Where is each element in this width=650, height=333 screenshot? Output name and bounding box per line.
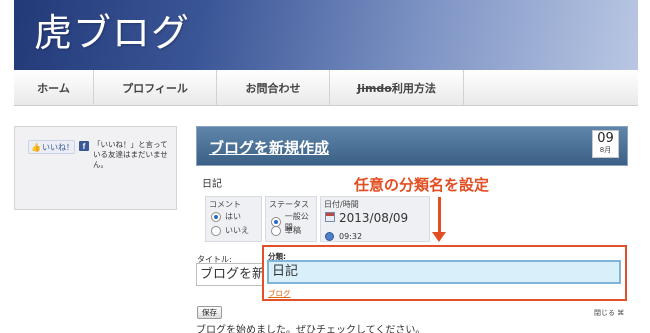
datetime-label: 日付/時間 (324, 200, 359, 209)
radio-checked-icon[interactable] (211, 211, 221, 222)
date-value[interactable]: 2013/08/09 (339, 211, 408, 225)
nav-item-home[interactable]: ホーム (14, 70, 94, 106)
facebook-icon: f (79, 141, 89, 151)
datetime-setting: 日付/時間 2013/08/09 09:32 (320, 196, 430, 242)
date-badge: 09 8月 (592, 130, 619, 158)
arrow-down-icon (432, 232, 446, 242)
post-header: ブログを新規作成 09 8月 (196, 126, 628, 166)
category-section: 分類: 日記 ブログ (262, 245, 627, 301)
thumbs-up-icon: 👍 (31, 142, 41, 152)
title-input[interactable]: ブログを新規作成 (196, 263, 266, 286)
status-option-draft-label: 草稿 (285, 226, 301, 235)
blog-editor: ブログを新規作成 09 8月 日記 コメント はい いいえ ステータス 一般公開 (194, 124, 634, 333)
status-label: ステータス (269, 200, 309, 209)
nav-item-jimdo-guide[interactable]: Jimdo 利用方法 (330, 70, 464, 106)
site-header: 虎ブログ (14, 0, 638, 70)
save-button[interactable]: 保存 (197, 306, 222, 319)
main-navigation: ホーム プロフィール お問合わせ Jimdo 利用方法 (14, 70, 638, 106)
post-settings: コメント はい いいえ ステータス 一般公開 草稿 日付/時間 2013/08/… (205, 196, 433, 242)
comment-setting: コメント はい いいえ (205, 196, 262, 242)
comment-option-yes[interactable]: はい (211, 211, 241, 222)
comment-option-no[interactable]: いいえ (211, 225, 249, 236)
date-month: 8月 (599, 146, 612, 154)
section-label: 日記 (202, 179, 222, 190)
category-input[interactable]: 日記 (267, 260, 621, 284)
nav-item-jimdo-suffix: 利用方法 (391, 82, 436, 95)
facebook-like-text: 「いいね！」と言っている友達はまだいません。 (93, 140, 168, 169)
post-title[interactable]: ブログを新規作成 (209, 137, 329, 158)
nav-item-contact[interactable]: お問合わせ (217, 70, 330, 106)
clock-icon[interactable] (325, 232, 334, 241)
annotation-arrow-line (438, 197, 441, 235)
like-button-label: いいね！ (41, 142, 74, 152)
calendar-icon[interactable] (325, 212, 335, 222)
comment-option-no-label: いいえ (225, 226, 249, 235)
close-link[interactable]: 閉じる ⌘ (594, 308, 624, 318)
time-value[interactable]: 09:32 (339, 232, 362, 241)
annotation-text: 任意の分類名を設定 (354, 176, 490, 194)
date-day: 09 (597, 131, 614, 146)
category-link[interactable]: ブログ (268, 288, 291, 299)
comment-option-yes-label: はい (225, 212, 241, 221)
status-setting: ステータス 一般公開 草稿 (265, 196, 317, 242)
comment-label: コメント (209, 200, 241, 209)
post-body-preview: ブログを始めました。ぜひチェックしてください。 (196, 325, 426, 333)
nav-item-jimdo-prefix: Jimdo (357, 81, 392, 95)
status-option-draft[interactable]: 草稿 (271, 225, 301, 236)
facebook-like-box: 👍 いいね！ f 「いいね！」と言っている友達はまだいません。 (14, 126, 177, 210)
site-title[interactable]: 虎ブログ (34, 2, 190, 57)
radio-icon[interactable] (271, 225, 281, 236)
nav-item-profile[interactable]: プロフィール (94, 70, 217, 106)
radio-icon[interactable] (211, 225, 221, 236)
like-button[interactable]: 👍 いいね！ (28, 140, 75, 154)
